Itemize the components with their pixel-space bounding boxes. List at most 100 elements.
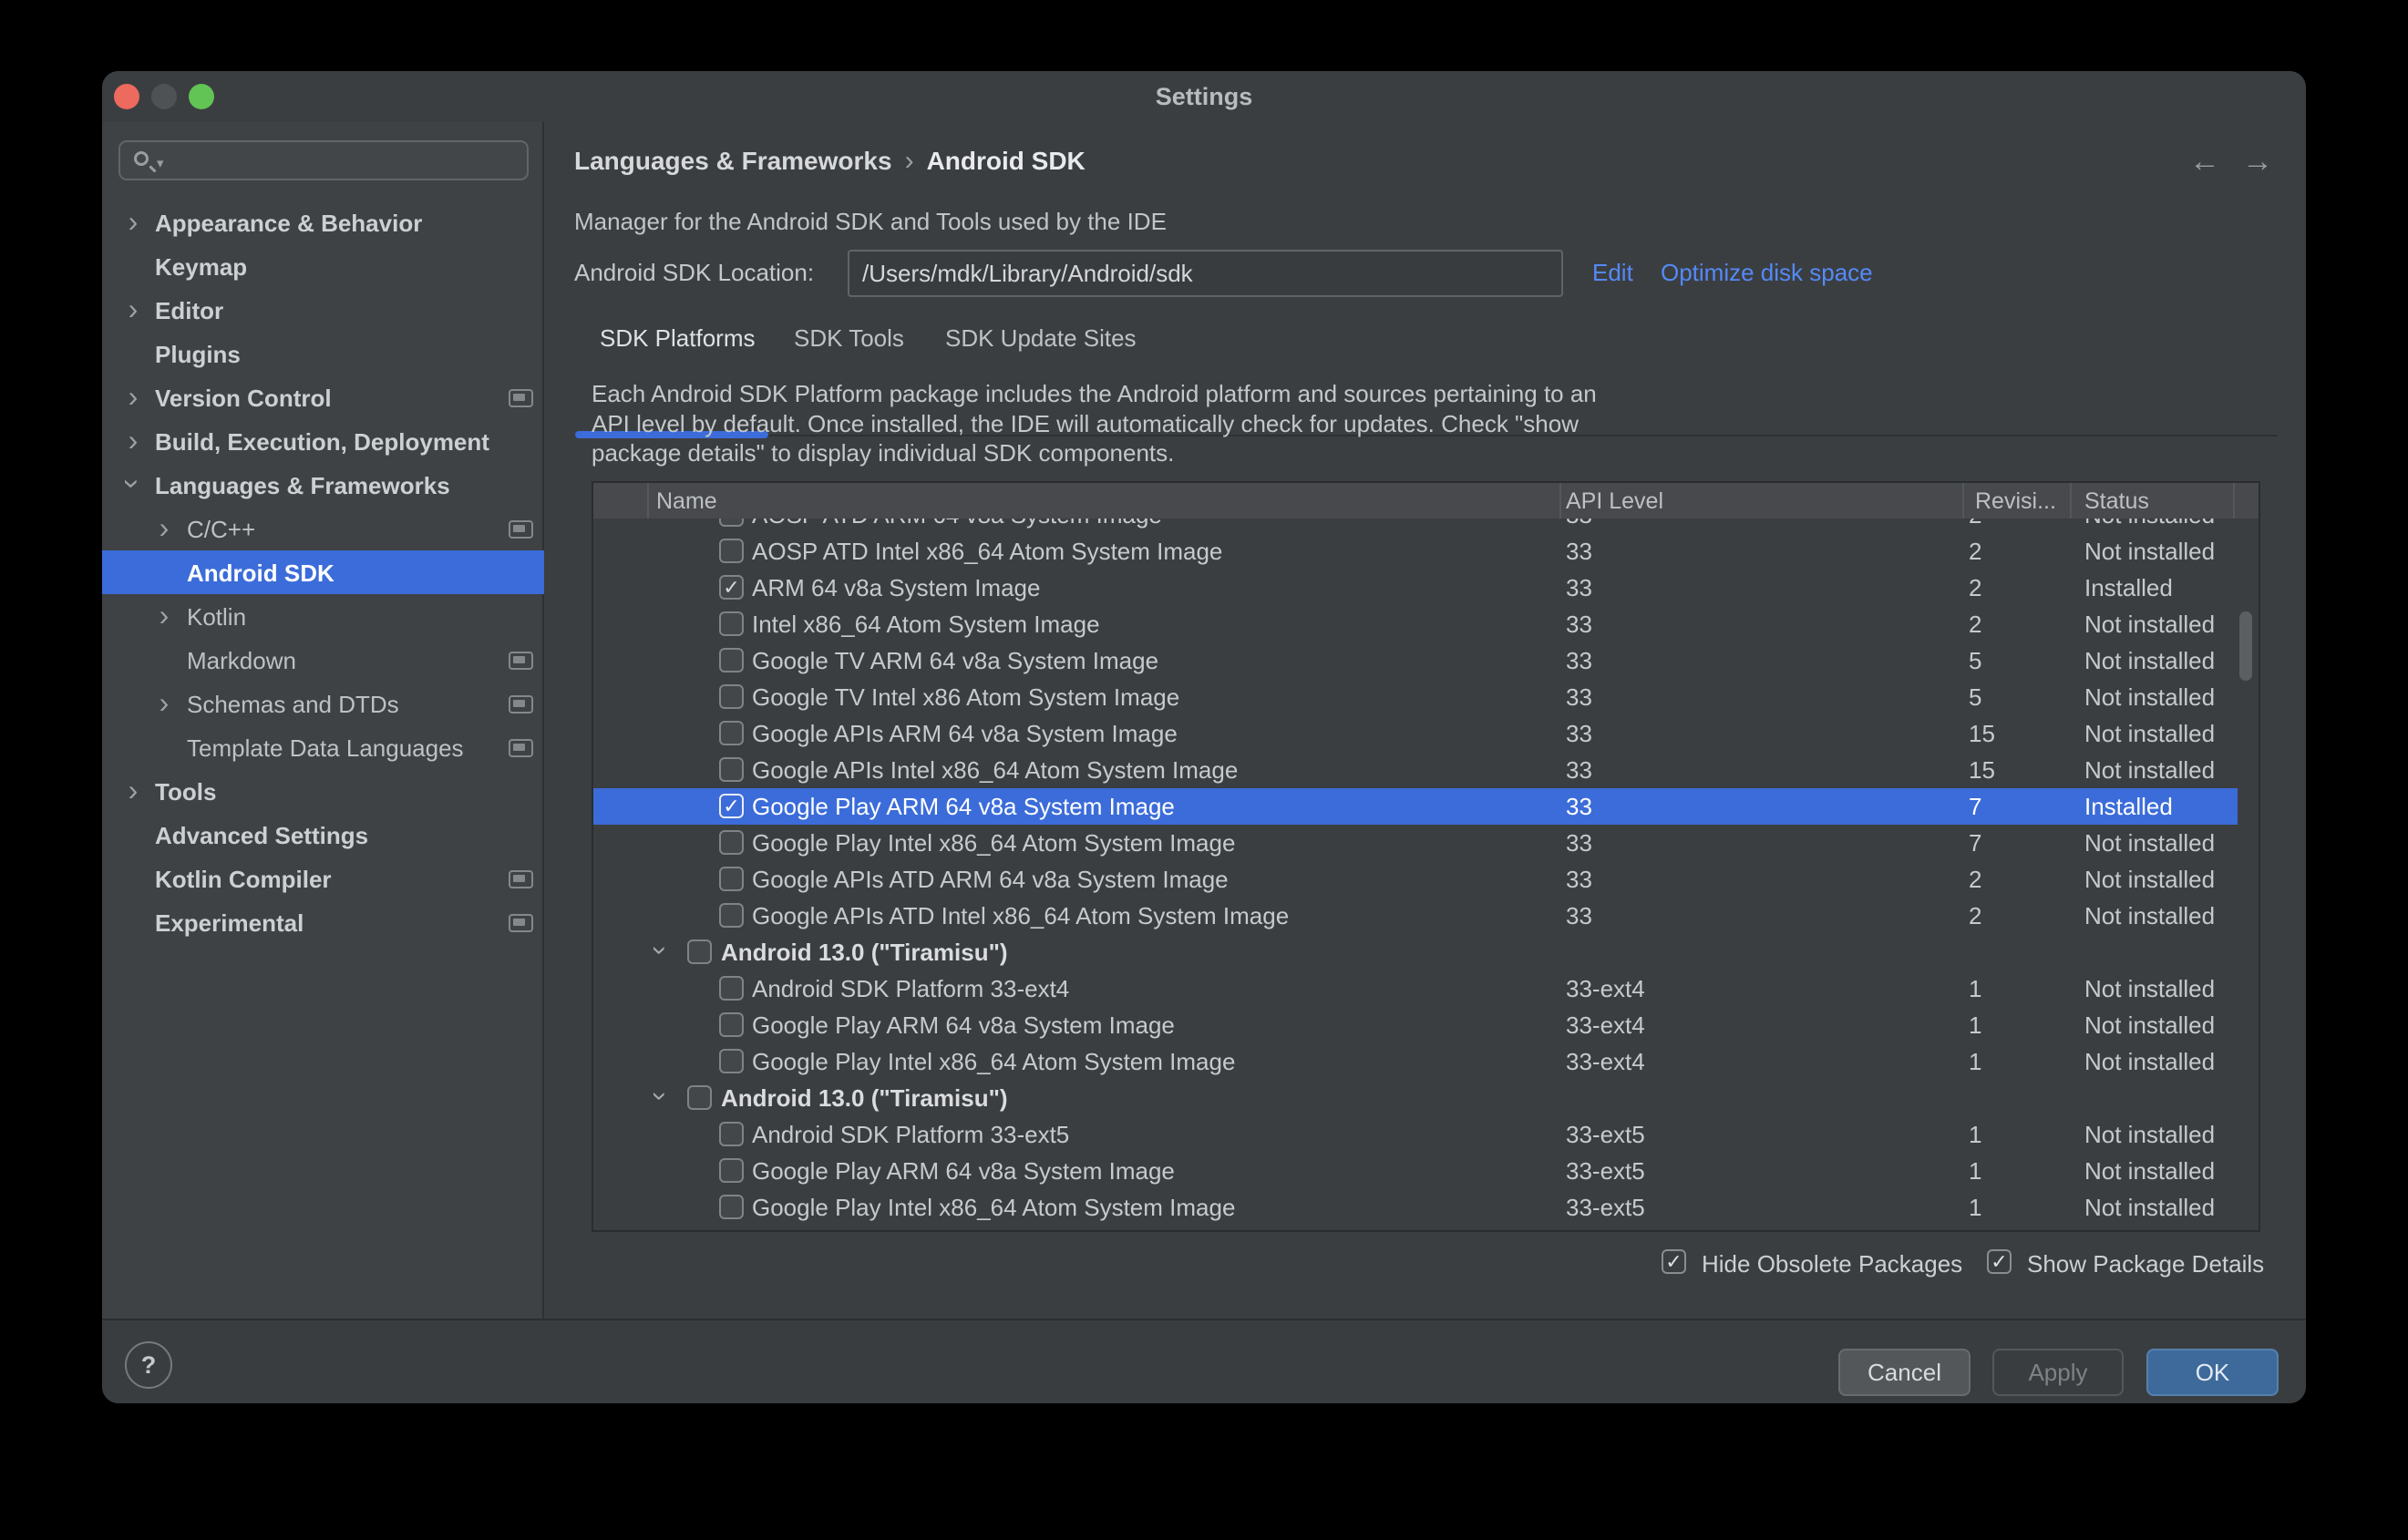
hide-obsolete-packages-label[interactable]: Hide Obsolete Packages [1702, 1250, 1962, 1278]
chevron-down-icon[interactable]: › [644, 940, 675, 960]
sidebar-item-kotlin-compiler[interactable]: Kotlin Compiler [102, 857, 544, 900]
table-row[interactable]: Google APIs Intel x86_64 Atom System Ima… [593, 752, 2238, 788]
show-package-details-label[interactable]: Show Package Details [2027, 1250, 2264, 1278]
ok-button[interactable]: OK [2146, 1349, 2279, 1396]
row-checkbox[interactable] [719, 539, 744, 563]
edit-link[interactable]: Edit [1592, 259, 1633, 287]
sidebar-item-kotlin[interactable]: ›Kotlin [102, 594, 544, 638]
chevron-right-icon[interactable]: › [122, 774, 144, 806]
chevron-right-icon[interactable]: › [122, 293, 144, 325]
sidebar-item-plugins[interactable]: Plugins [102, 332, 544, 375]
table-row[interactable]: Android SDK Platform 33-ext533-ext51Not … [593, 1116, 2238, 1153]
apply-button[interactable]: Apply [1992, 1349, 2124, 1396]
chevron-right-icon[interactable]: › [122, 424, 144, 457]
help-button[interactable]: ? [125, 1341, 172, 1389]
search-history-caret-icon[interactable]: ▾ [157, 155, 164, 171]
chevron-down-icon[interactable]: › [644, 1086, 675, 1106]
sidebar-item-schemas-and-dtds[interactable]: ›Schemas and DTDs [102, 682, 544, 725]
cancel-button[interactable]: Cancel [1838, 1349, 1971, 1396]
row-checkbox[interactable] [719, 976, 744, 1001]
sidebar-item-version-control[interactable]: ›Version Control [102, 375, 544, 419]
sidebar-item-editor[interactable]: ›Editor [102, 288, 544, 332]
table-row[interactable]: Google APIs ATD Intel x86_64 Atom System… [593, 898, 2238, 934]
row-checkbox[interactable] [719, 830, 744, 855]
sidebar-item-experimental[interactable]: Experimental [102, 900, 544, 944]
row-checkbox[interactable] [719, 867, 744, 891]
table-row[interactable] [593, 1226, 2238, 1230]
api-level-cell: 33 [1566, 611, 1592, 639]
table-row[interactable]: ✓ARM 64 v8a System Image332Installed [593, 570, 2238, 606]
row-checkbox[interactable] [719, 1012, 744, 1037]
sidebar-item-appearance-behavior[interactable]: ›Appearance & Behavior [102, 200, 544, 244]
table-row[interactable]: Google TV Intel x86 Atom System Image335… [593, 679, 2238, 715]
table-row[interactable]: AOSP ATD Intel x86_64 Atom System Image3… [593, 533, 2238, 570]
chevron-right-icon[interactable]: › [153, 511, 175, 544]
sdk-location-input[interactable] [862, 255, 1550, 292]
sdk-location-field[interactable] [848, 250, 1563, 297]
row-checkbox[interactable] [687, 1085, 712, 1110]
chevron-right-icon[interactable]: › [153, 686, 175, 719]
sdk-location-label: Android SDK Location: [574, 259, 814, 287]
table-row[interactable]: AOSP ATD ARM 64 v8a System Image332Not i… [593, 518, 2238, 533]
chevron-right-icon[interactable]: › [153, 599, 175, 631]
show-package-details-checkbox[interactable]: ✓ [1987, 1249, 2012, 1274]
sidebar-item-c-c[interactable]: ›C/C++ [102, 507, 544, 550]
table-row[interactable]: Google Play ARM 64 v8a System Image33-ex… [593, 1153, 2238, 1189]
chevron-down-icon[interactable]: › [117, 473, 149, 495]
row-checkbox[interactable] [719, 1049, 744, 1073]
settings-search-field[interactable]: ▾ [118, 140, 529, 180]
chevron-right-icon[interactable]: › [122, 205, 144, 238]
table-row[interactable]: Google Play Intel x86_64 Atom System Ima… [593, 1189, 2238, 1226]
table-row[interactable]: Google TV ARM 64 v8a System Image335Not … [593, 642, 2238, 679]
optimize-disk-space-link[interactable]: Optimize disk space [1661, 259, 1873, 287]
package-name: Google Play ARM 64 v8a System Image [752, 1157, 1175, 1186]
sidebar-item-markdown[interactable]: Markdown [102, 638, 544, 682]
column-header-name[interactable]: Name [656, 488, 717, 515]
table-row[interactable]: Android SDK Platform 33-ext433-ext41Not … [593, 970, 2238, 1007]
search-input[interactable] [177, 144, 523, 177]
sidebar-item-tools[interactable]: ›Tools [102, 769, 544, 813]
hide-obsolete-packages-checkbox[interactable]: ✓ [1662, 1249, 1686, 1274]
table-row[interactable]: Google Play ARM 64 v8a System Image33-ex… [593, 1007, 2238, 1043]
row-checkbox[interactable] [719, 684, 744, 709]
row-checkbox[interactable] [719, 648, 744, 672]
row-checkbox[interactable]: ✓ [719, 575, 744, 600]
row-checkbox[interactable] [719, 1158, 744, 1183]
table-row[interactable]: Google Play Intel x86_64 Atom System Ima… [593, 825, 2238, 861]
table-row[interactable]: Intel x86_64 Atom System Image332Not ins… [593, 606, 2238, 642]
vertical-scrollbar-thumb[interactable] [2239, 611, 2252, 681]
table-row[interactable]: Google APIs ATD ARM 64 v8a System Image3… [593, 861, 2238, 898]
revision-cell: 1 [1969, 1157, 1981, 1186]
forward-arrow-icon[interactable]: → [2242, 144, 2273, 180]
breadcrumb-parent[interactable]: Languages & Frameworks [574, 147, 892, 175]
row-checkbox[interactable] [719, 1122, 744, 1146]
column-header-api-level[interactable]: API Level [1566, 488, 1663, 515]
tab-sdk-tools[interactable]: SDK Tools [794, 324, 904, 353]
sidebar-item-build-execution-deployment[interactable]: ›Build, Execution, Deployment [102, 419, 544, 463]
sidebar-item-languages-frameworks[interactable]: ›Languages & Frameworks [102, 463, 544, 507]
table-row[interactable]: ›Android 13.0 ("Tiramisu") [593, 1080, 2238, 1116]
table-row[interactable]: ✓Google Play ARM 64 v8a System Image337I… [593, 788, 2238, 825]
row-checkbox[interactable] [719, 518, 744, 527]
column-header-status[interactable]: Status [2084, 488, 2149, 515]
row-checkbox[interactable] [719, 721, 744, 745]
table-row[interactable]: Google APIs ARM 64 v8a System Image3315N… [593, 715, 2238, 752]
row-checkbox[interactable] [719, 757, 744, 782]
column-header-revision[interactable]: Revisi... [1975, 488, 2056, 515]
row-checkbox[interactable] [687, 939, 712, 964]
row-checkbox[interactable] [719, 903, 744, 928]
row-checkbox[interactable] [719, 611, 744, 636]
tab-sdk-update-sites[interactable]: SDK Update Sites [945, 324, 1137, 353]
table-row[interactable]: ›Android 13.0 ("Tiramisu") [593, 934, 2238, 970]
table-row[interactable]: Google Play Intel x86_64 Atom System Ima… [593, 1043, 2238, 1080]
sidebar-item-android-sdk[interactable]: Android SDK [102, 550, 544, 594]
package-name: Google TV Intel x86 Atom System Image [752, 683, 1179, 712]
tab-sdk-platforms[interactable]: SDK Platforms [600, 324, 756, 353]
sidebar-item-template-data-languages[interactable]: Template Data Languages [102, 725, 544, 769]
row-checkbox[interactable] [719, 1195, 744, 1219]
sidebar-item-keymap[interactable]: Keymap [102, 244, 544, 288]
chevron-right-icon[interactable]: › [122, 380, 144, 413]
back-arrow-icon[interactable]: ← [2189, 144, 2220, 180]
sidebar-item-advanced-settings[interactable]: Advanced Settings [102, 813, 544, 857]
row-checkbox[interactable]: ✓ [719, 794, 744, 818]
